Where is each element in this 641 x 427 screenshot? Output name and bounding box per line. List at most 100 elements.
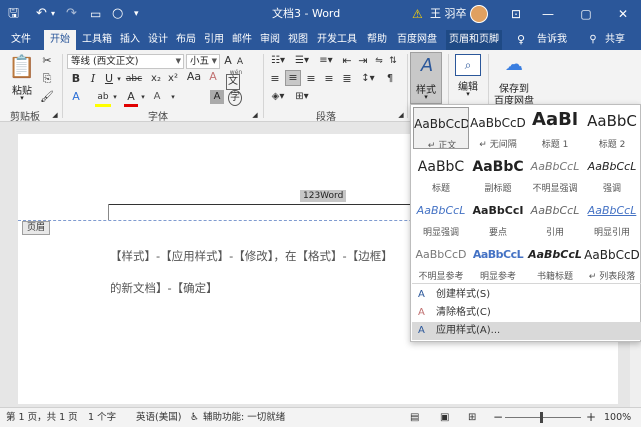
style-intense-quote[interactable]: AaBbCcL 明显引用 bbox=[584, 195, 640, 237]
cut-icon[interactable]: ✂ bbox=[40, 54, 54, 68]
read-mode-icon[interactable]: ▤ bbox=[410, 408, 419, 427]
highlight-dropdown-icon[interactable]: ▾ bbox=[112, 90, 118, 104]
borders-icon[interactable]: ⊞▾ bbox=[292, 90, 312, 104]
text-effects-button[interactable]: A bbox=[69, 90, 83, 104]
create-style-item[interactable]: A 创建样式(S) bbox=[412, 286, 641, 304]
baidu-cloud-icon[interactable]: ☁ bbox=[502, 54, 526, 76]
tab-references[interactable]: 引用 bbox=[201, 30, 227, 50]
line-spacing-icon[interactable]: ↕▾ bbox=[358, 72, 378, 86]
tab-help[interactable]: 帮助 bbox=[363, 30, 391, 50]
align-left-icon[interactable]: ≡ bbox=[268, 72, 282, 86]
language[interactable]: 英语(美国) bbox=[136, 408, 181, 427]
subscript-button[interactable]: x₂ bbox=[149, 72, 163, 86]
header-text[interactable]: 123Word bbox=[300, 190, 347, 202]
character-shading-button[interactable]: A bbox=[210, 90, 224, 104]
superscript-button[interactable]: x² bbox=[166, 72, 180, 86]
font-size-combo[interactable]: 小五 ▼ bbox=[186, 54, 220, 69]
bold-button[interactable]: B bbox=[69, 72, 83, 86]
tab-toolbox[interactable]: 工具箱 bbox=[79, 30, 115, 50]
font-size-a-button[interactable]: A bbox=[150, 90, 164, 104]
tab-layout[interactable]: 布局 bbox=[173, 30, 199, 50]
redo-icon[interactable]: ↷ bbox=[66, 0, 77, 28]
warning-icon[interactable]: ⚠ bbox=[412, 0, 423, 28]
distributed-icon[interactable]: ≣ bbox=[340, 72, 354, 86]
document-paragraph-1[interactable]: 【样式】-【应用样式】-【修改】，在【格式】-【边框】 bbox=[110, 248, 393, 264]
phonetic-guide-button[interactable]: 文 bbox=[226, 74, 240, 90]
zoom-in-button[interactable]: + bbox=[586, 408, 596, 427]
tab-insert[interactable]: 插入 bbox=[117, 30, 143, 50]
clear-formatting-item[interactable]: A 清除格式(C) bbox=[412, 304, 641, 322]
document-paragraph-2[interactable]: 的新文档】-【确定】 bbox=[110, 280, 218, 296]
page-count[interactable]: 第 1 页，共 1 页 bbox=[6, 408, 78, 427]
style-heading-2[interactable]: AaBbC 标题 2 bbox=[584, 107, 640, 149]
multilevel-list-button[interactable]: ≡▾ bbox=[316, 54, 336, 68]
word-count[interactable]: 1 个字 bbox=[88, 408, 116, 427]
change-case-button[interactable]: Aa bbox=[186, 70, 202, 84]
style-subtle-emphasis[interactable]: AaBbCcL 不明显强调 bbox=[527, 151, 583, 193]
touch-mode-icon[interactable]: ▭ bbox=[90, 0, 101, 28]
font-color-dropdown-icon[interactable]: ▾ bbox=[140, 90, 146, 104]
tab-header-footer[interactable]: 页眉和页脚 bbox=[446, 30, 502, 50]
paste-dropdown-icon[interactable]: ▾ bbox=[15, 94, 29, 102]
strikethrough-button[interactable]: abc bbox=[124, 72, 144, 86]
print-layout-icon[interactable]: ▣ bbox=[440, 408, 449, 427]
paste-icon[interactable]: 📋 bbox=[8, 54, 36, 84]
tab-view[interactable]: 视图 bbox=[285, 30, 311, 50]
undo-dropdown-icon[interactable]: ▾ bbox=[51, 0, 55, 28]
style-quote[interactable]: AaBbCcL 引用 bbox=[527, 195, 583, 237]
tab-mailings[interactable]: 邮件 bbox=[229, 30, 255, 50]
tab-review[interactable]: 审阅 bbox=[257, 30, 283, 50]
zoom-slider-track[interactable] bbox=[505, 417, 581, 418]
zoom-out-button[interactable]: − bbox=[493, 408, 503, 427]
tab-file[interactable]: 文件 bbox=[6, 30, 36, 50]
highlight-button[interactable]: ab bbox=[95, 90, 111, 107]
style-intense-emphasis[interactable]: AaBbCcL 明显强调 bbox=[413, 195, 469, 237]
shading-icon[interactable]: ◈▾ bbox=[268, 90, 288, 104]
minimize-button[interactable]: — bbox=[532, 0, 564, 28]
italic-button[interactable]: I bbox=[86, 72, 100, 86]
restore-button[interactable]: ▢ bbox=[570, 0, 602, 28]
style-intense-reference[interactable]: AaBbCcL 明显参考 bbox=[470, 239, 526, 281]
style-list-paragraph[interactable]: AaBbCcD ↵ 列表段落 bbox=[584, 239, 640, 281]
align-center-icon[interactable]: ≡ bbox=[285, 70, 301, 86]
save-icon[interactable]: 🖫 bbox=[8, 0, 19, 28]
tab-developer[interactable]: 开发工具 bbox=[313, 30, 361, 50]
font-color-button[interactable]: A bbox=[124, 90, 138, 107]
close-button[interactable]: ✕ bbox=[607, 0, 639, 28]
style-subtitle[interactable]: AaBbC 副标题 bbox=[470, 151, 526, 193]
show-marks-icon[interactable]: ¶ bbox=[380, 72, 400, 86]
ribbon-display-options-icon[interactable]: ⊡ bbox=[500, 0, 532, 28]
font-launcher-icon[interactable]: ◢ bbox=[250, 108, 260, 122]
circle-icon[interactable]: ○ bbox=[112, 0, 123, 28]
sort-icon[interactable]: ⇅ bbox=[386, 54, 400, 68]
decrease-indent-icon[interactable]: ⇤ bbox=[340, 54, 354, 68]
underline-dropdown-icon[interactable]: ▾ bbox=[116, 72, 122, 86]
styles-button[interactable]: A 样式 ▾ bbox=[410, 52, 442, 104]
numbering-button[interactable]: ☰▾ bbox=[292, 54, 312, 68]
zoom-level[interactable]: 100% bbox=[604, 408, 631, 427]
bullets-button[interactable]: ☷▾ bbox=[268, 54, 288, 68]
font-name-combo[interactable]: 等线 (西文正文) ▼ bbox=[67, 54, 184, 69]
style-normal[interactable]: AaBbCcD ↵ 正文 bbox=[413, 107, 469, 149]
web-layout-icon[interactable]: ⊞ bbox=[468, 408, 476, 427]
justify-icon[interactable]: ≡ bbox=[322, 72, 336, 86]
underline-button[interactable]: U bbox=[102, 72, 116, 86]
undo-icon[interactable]: ↶ bbox=[36, 0, 47, 28]
chevron-down-icon[interactable]: ▾ bbox=[452, 90, 484, 98]
align-right-icon[interactable]: ≡ bbox=[304, 72, 318, 86]
clear-formatting-button[interactable]: A bbox=[206, 70, 220, 84]
avatar[interactable] bbox=[470, 5, 488, 23]
chevron-down-icon[interactable]: ▼ bbox=[212, 55, 217, 68]
increase-indent-icon[interactable]: ⇥ bbox=[356, 54, 370, 68]
style-emphasis[interactable]: AaBbCcL 强调 bbox=[584, 151, 640, 193]
paragraph-launcher-icon[interactable]: ◢ bbox=[396, 108, 406, 122]
clipboard-launcher-icon[interactable]: ◢ bbox=[50, 108, 60, 122]
accessibility-status[interactable]: 辅助功能: 一切就绪 bbox=[203, 408, 285, 427]
copy-icon[interactable]: ⎘ bbox=[40, 72, 54, 86]
tab-baidu[interactable]: 百度网盘 bbox=[393, 30, 441, 50]
style-strong[interactable]: AaBbCcI 要点 bbox=[470, 195, 526, 237]
font-size-a-dropdown-icon[interactable]: ▾ bbox=[170, 90, 176, 104]
zoom-slider-thumb[interactable] bbox=[540, 412, 543, 423]
style-title[interactable]: AaBbC 标题 bbox=[413, 151, 469, 193]
tab-home[interactable]: 开始 bbox=[44, 30, 76, 50]
